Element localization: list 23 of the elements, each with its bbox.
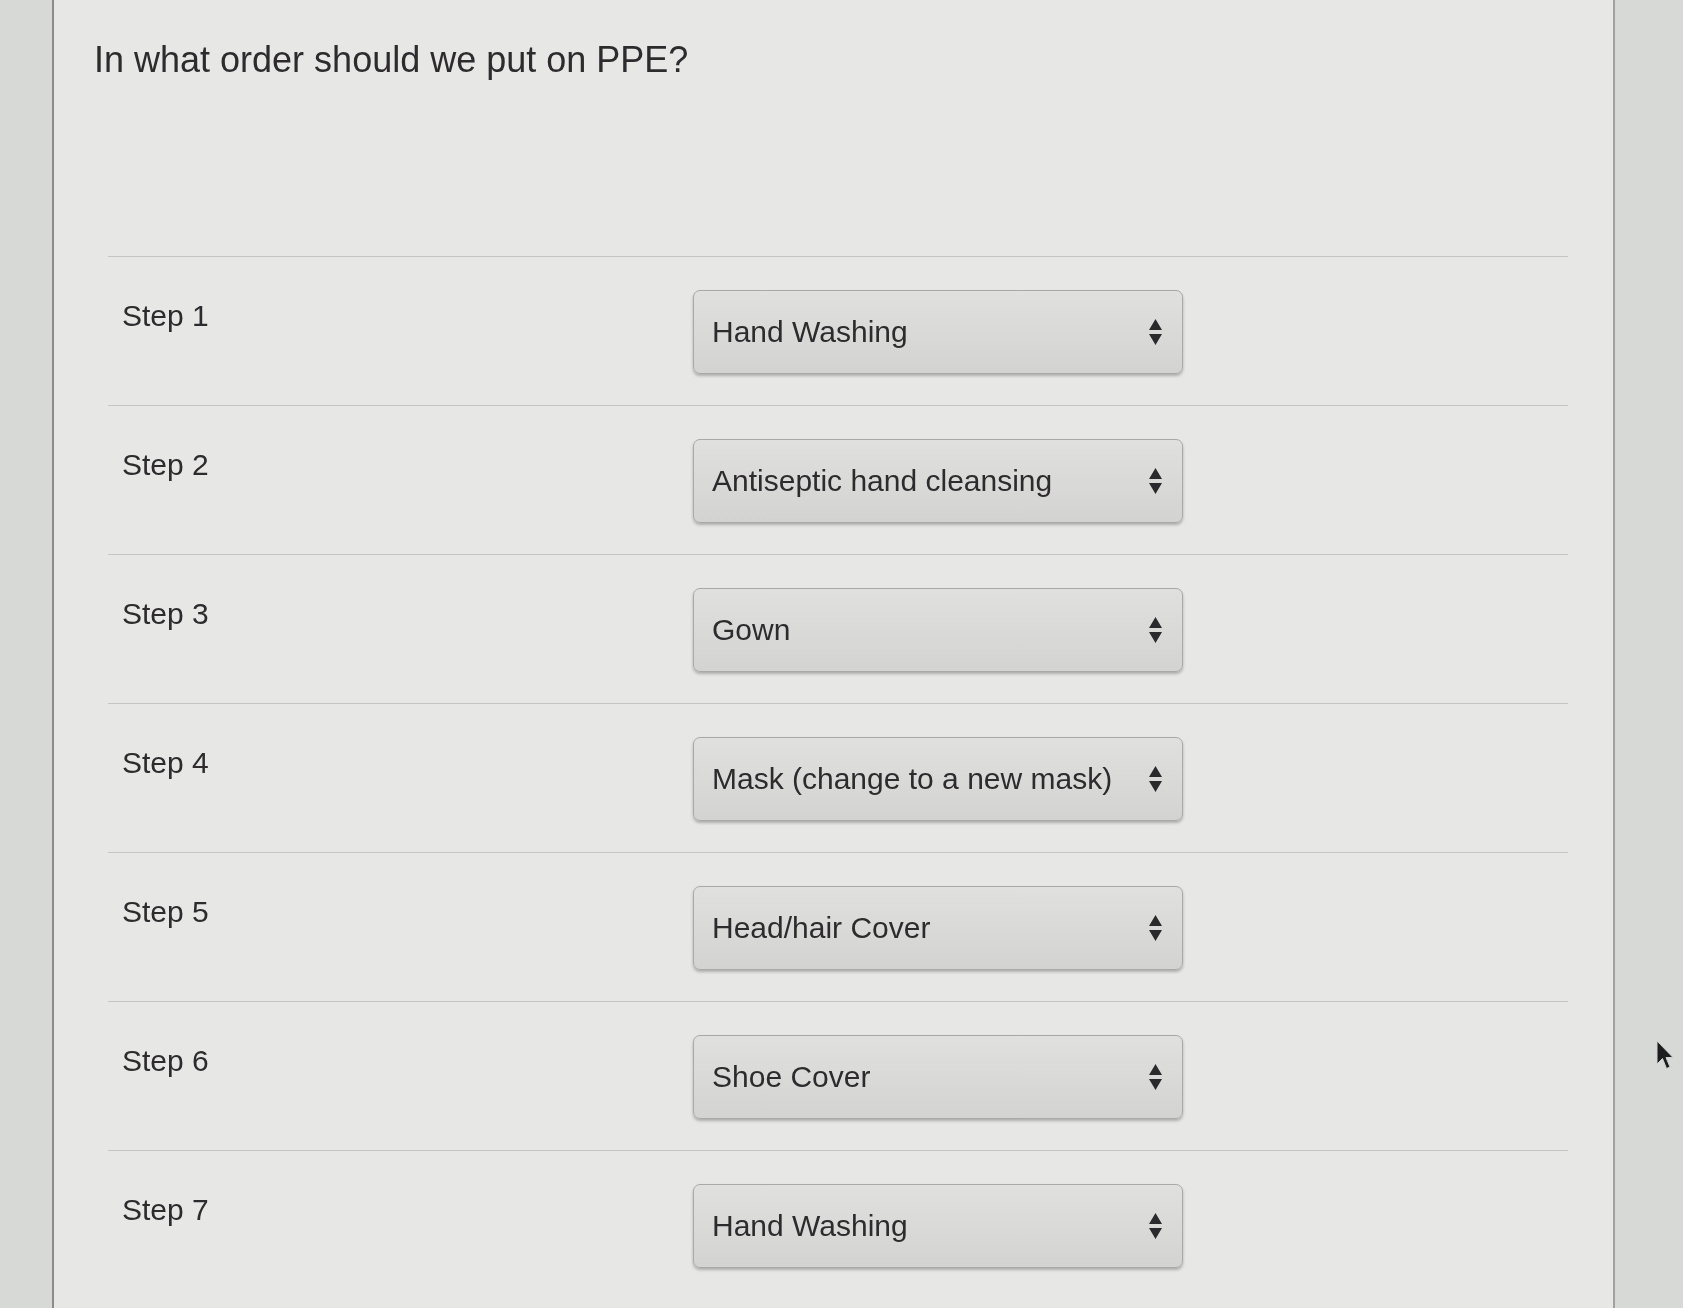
step-label: Step 3 (122, 596, 209, 632)
dropdown-select[interactable]: Gown (693, 588, 1183, 672)
step-label: Step 2 (122, 447, 209, 483)
up-down-caret-icon (1149, 766, 1162, 792)
step-label: Step 7 (122, 1192, 209, 1228)
dropdown-select[interactable]: Head/hair Cover (693, 886, 1183, 970)
up-down-caret-icon (1149, 319, 1162, 345)
dropdown-select[interactable]: Antiseptic hand cleansing (693, 439, 1183, 523)
dropdown-select[interactable]: Shoe Cover (693, 1035, 1183, 1119)
dropdown-select[interactable]: Hand Washing (693, 1184, 1183, 1268)
up-down-caret-icon (1149, 915, 1162, 941)
arrow-cursor-icon (1656, 1040, 1674, 1070)
dropdown-select[interactable]: Hand Washing (693, 290, 1183, 374)
dropdown-select[interactable]: Mask (change to a new mask) (693, 737, 1183, 821)
step-label: Step 5 (122, 894, 209, 930)
up-down-caret-icon (1149, 617, 1162, 643)
step-label: Step 6 (122, 1043, 209, 1079)
up-down-caret-icon (1149, 1064, 1162, 1090)
step-label: Step 4 (122, 745, 209, 781)
up-down-caret-icon (1149, 468, 1162, 494)
step-label: Step 1 (122, 298, 209, 334)
question-text: In what order should we put on PPE? (94, 38, 689, 82)
up-down-caret-icon (1149, 1213, 1162, 1239)
